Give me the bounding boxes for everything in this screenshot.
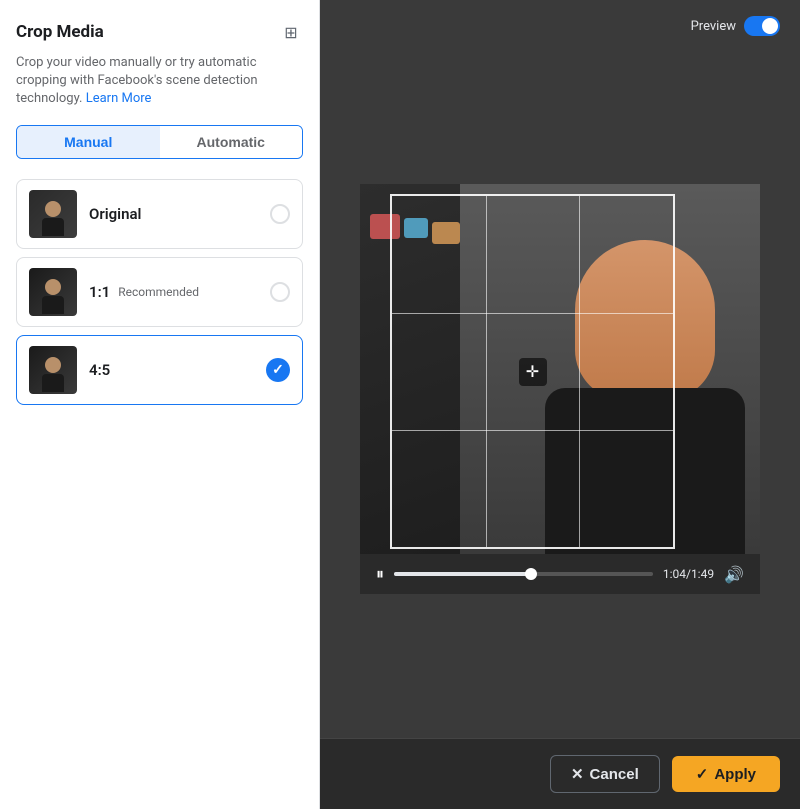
crop-check-4-5[interactable]: ✓ xyxy=(266,358,290,382)
crop-thumbnail-original xyxy=(29,190,77,238)
video-container: ✛ ⏸ 1:04/1:49 🔊 xyxy=(360,184,760,554)
crop-option-4-5[interactable]: 4:5 ✓ xyxy=(16,335,303,405)
right-panel: Preview xyxy=(320,0,800,809)
learn-more-link[interactable]: Learn More xyxy=(86,91,152,106)
video-person xyxy=(460,184,760,554)
apply-check-icon: ✓ xyxy=(696,765,709,783)
pause-button[interactable]: ⏸ xyxy=(376,564,384,584)
panel-header: Crop Media ⊞ xyxy=(16,20,303,44)
preview-toggle[interactable] xyxy=(744,16,780,36)
bottom-action-bar: ✕ Cancel ✓ Apply xyxy=(320,738,800,809)
crop-label-1-1: 1:1 xyxy=(89,283,110,301)
crop-option-original[interactable]: Original xyxy=(16,179,303,249)
crop-thumbnail-4-5 xyxy=(29,346,77,394)
crop-radio-1-1[interactable] xyxy=(270,282,290,302)
crop-option-1-1[interactable]: 1:1 Recommended xyxy=(16,257,303,327)
time-display: 1:04/1:49 xyxy=(663,567,714,581)
progress-fill xyxy=(394,572,531,576)
cancel-label: Cancel xyxy=(590,766,639,783)
preview-label: Preview xyxy=(691,19,736,34)
panel-icon[interactable]: ⊞ xyxy=(279,20,303,44)
crop-options-list: Original 1:1 Recommended xyxy=(16,179,303,405)
preview-area: Preview xyxy=(320,0,800,738)
crop-label-container-4-5: 4:5 xyxy=(89,361,266,379)
left-panel: Crop Media ⊞ Crop your video manually or… xyxy=(0,0,320,809)
video-controls: ⏸ 1:04/1:49 🔊 xyxy=(360,554,760,594)
crop-label-original: Original xyxy=(89,205,141,223)
apply-button[interactable]: ✓ Apply xyxy=(672,756,780,792)
panel-description: Crop your video manually or try automati… xyxy=(16,54,303,109)
shape-orange xyxy=(432,222,460,244)
cancel-button[interactable]: ✕ Cancel xyxy=(550,755,660,793)
crop-label-4-5: 4:5 xyxy=(89,361,110,379)
tabs-container: Manual Automatic xyxy=(16,125,303,159)
video-background: ✛ xyxy=(360,184,760,554)
tab-automatic[interactable]: Automatic xyxy=(160,126,303,158)
shape-blue xyxy=(404,218,428,238)
video-person-face xyxy=(575,240,715,400)
progress-thumb[interactable] xyxy=(525,568,537,580)
video-person-body xyxy=(545,388,745,555)
volume-button[interactable]: 🔊 xyxy=(724,565,744,584)
panel-title: Crop Media xyxy=(16,22,104,42)
recommended-badge: Recommended xyxy=(118,285,199,299)
deco-shapes xyxy=(370,214,460,244)
cancel-x-icon: ✕ xyxy=(571,765,584,783)
crop-thumbnail-1-1 xyxy=(29,268,77,316)
crop-label-container-1-1: 1:1 Recommended xyxy=(89,283,270,301)
tab-manual[interactable]: Manual xyxy=(17,126,160,158)
check-mark-icon: ✓ xyxy=(272,362,284,378)
shape-red xyxy=(370,214,400,239)
toggle-knob xyxy=(762,18,778,34)
preview-toggle-row: Preview xyxy=(691,16,780,36)
apply-label: Apply xyxy=(714,766,756,783)
crop-radio-original[interactable] xyxy=(270,204,290,224)
crop-label-container-original: Original xyxy=(89,205,270,223)
progress-bar[interactable] xyxy=(394,572,653,576)
